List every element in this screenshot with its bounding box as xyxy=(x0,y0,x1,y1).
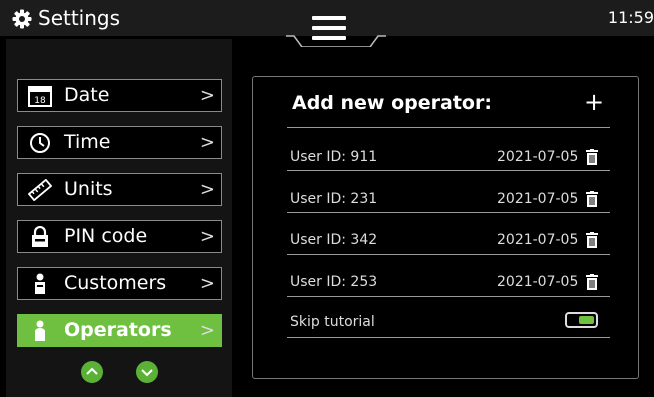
sidebar-item-time[interactable]: Time > xyxy=(17,126,222,159)
chevron-right-icon: > xyxy=(199,226,215,247)
divider xyxy=(287,254,610,255)
scroll-up-button[interactable] xyxy=(81,361,103,383)
page-title: Settings xyxy=(38,6,121,30)
operator-date: 2021-07-05 xyxy=(497,274,579,290)
sidebar-item-label: Time xyxy=(64,131,111,153)
operator-date: 2021-07-05 xyxy=(497,191,579,207)
operator-user-id: User ID: 253 xyxy=(290,274,378,290)
chevron-right-icon: > xyxy=(199,320,215,341)
operator-date: 2021-07-05 xyxy=(497,149,579,165)
operators-panel xyxy=(252,76,639,379)
sidebar-item-label: Units xyxy=(64,178,113,200)
ruler-icon xyxy=(28,179,52,201)
divider xyxy=(287,127,610,128)
operator-user-id: User ID: 342 xyxy=(290,232,378,248)
lock-icon xyxy=(32,226,48,247)
skip-tutorial-label: Skip tutorial xyxy=(290,314,375,330)
person-icon xyxy=(35,273,45,294)
sidebar-item-label: Date xyxy=(64,84,110,106)
chevron-right-icon: > xyxy=(199,132,215,153)
clock-icon xyxy=(30,133,50,153)
chevron-right-icon: > xyxy=(199,85,215,106)
chevron-right-icon: > xyxy=(199,273,215,294)
trash-icon[interactable] xyxy=(585,232,599,248)
divider xyxy=(287,337,610,338)
calendar-icon: 18 xyxy=(28,86,52,107)
scroll-down-button[interactable] xyxy=(136,361,158,383)
sidebar-item-units[interactable]: Units > xyxy=(17,173,222,206)
toggle-knob xyxy=(579,316,594,324)
add-operator-title: Add new operator: xyxy=(292,92,492,114)
operator-date: 2021-07-05 xyxy=(497,232,579,248)
divider xyxy=(287,212,610,213)
gear-icon xyxy=(12,9,32,29)
svg-text:18: 18 xyxy=(34,96,46,106)
sidebar-item-label: PIN code xyxy=(64,225,148,247)
divider xyxy=(287,296,610,297)
sidebar-item-customers[interactable]: Customers > xyxy=(17,267,222,300)
operator-user-id: User ID: 911 xyxy=(290,149,378,165)
trash-icon[interactable] xyxy=(585,191,599,207)
chevron-down-icon xyxy=(141,369,153,377)
sidebar-item-operators[interactable]: Operators > xyxy=(17,314,222,347)
sidebar-item-label: Customers xyxy=(64,272,167,294)
add-operator-button[interactable]: + xyxy=(584,88,604,116)
hamburger-menu-icon[interactable] xyxy=(312,16,346,40)
sidebar-item-label: Operators xyxy=(64,319,172,341)
trash-icon[interactable] xyxy=(585,274,599,290)
sidebar-item-date[interactable]: 18 Date > xyxy=(17,79,222,112)
sidebar-item-pin-code[interactable]: PIN code > xyxy=(17,220,222,253)
chevron-right-icon: > xyxy=(199,179,215,200)
divider xyxy=(287,170,610,171)
trash-icon[interactable] xyxy=(585,149,599,165)
clock: 11:59 xyxy=(607,8,654,27)
skip-tutorial-toggle[interactable] xyxy=(565,312,598,328)
chevron-up-icon xyxy=(86,367,98,375)
person-icon xyxy=(35,320,45,341)
operator-user-id: User ID: 231 xyxy=(290,191,378,207)
